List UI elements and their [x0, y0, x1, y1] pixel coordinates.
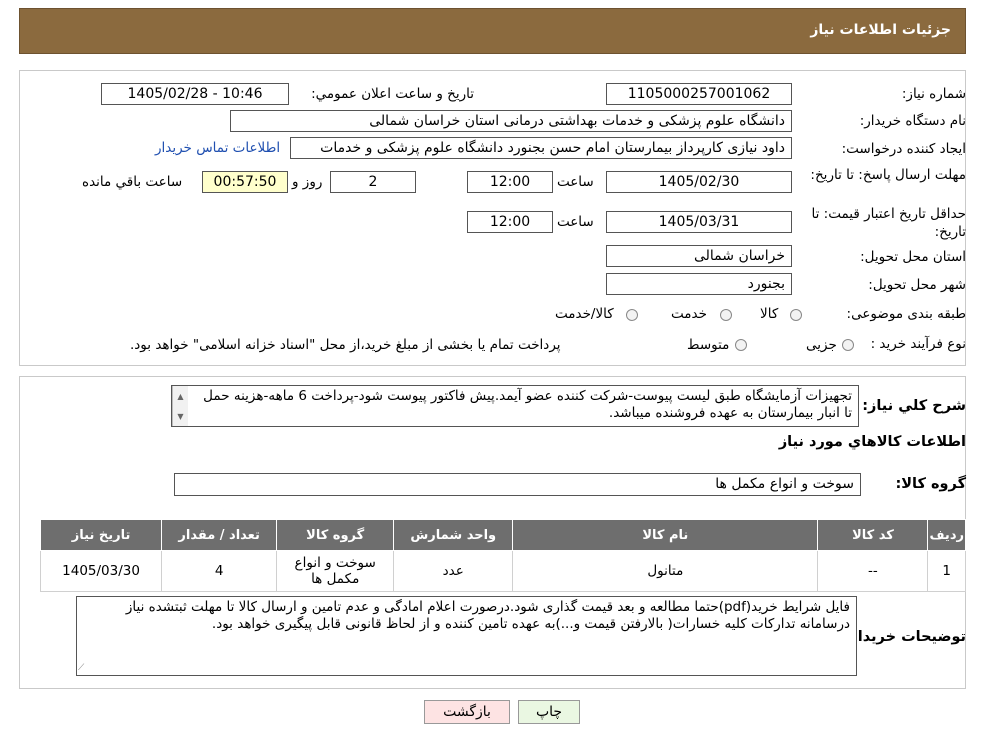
page-header: جزئیات اطلاعات نیاز: [19, 8, 966, 54]
scroll-up-icon[interactable]: ▲: [177, 392, 183, 401]
resize-handle-icon[interactable]: ⟋: [78, 663, 88, 673]
col-qty: تعداد / مقدار: [161, 519, 278, 551]
summary-scrollbar[interactable]: ▲ ▼: [172, 386, 188, 426]
creator-label: ایجاد کننده درخواست:: [841, 141, 966, 157]
page-title: جزئیات اطلاعات نیاز: [810, 22, 951, 38]
cell-group: سوخت و انواع مکمل ها: [276, 550, 395, 592]
col-unit: واحد شمارش: [393, 519, 514, 551]
process-medium-label: متوسط: [687, 337, 730, 353]
goods-table: ردیف کد کالا نام کالا واحد شمارش گروه کا…: [39, 519, 966, 592]
category-service-radio[interactable]: [720, 309, 732, 321]
col-code: کد کالا: [817, 519, 929, 551]
goods-group-field: سوخت و انواع مکمل ها: [174, 473, 861, 496]
city-field: بجنورد: [606, 273, 792, 295]
back-button[interactable]: بازگشت: [424, 700, 510, 724]
remaining-label: ساعت باقي مانده: [82, 174, 183, 190]
buyer-notes-textarea[interactable]: فایل شرایط خرید(pdf)حتما مطالعه و بعد قی…: [76, 596, 857, 676]
goods-group-label: گروه کالا:: [895, 476, 966, 492]
buyer-org-field: دانشگاه علوم پزشکی و خدمات بهداشتی درمان…: [230, 110, 792, 132]
col-name: نام کالا: [512, 519, 819, 551]
need-number-field: 1105000257001062: [606, 83, 792, 105]
table-row: 1 -- متانول عدد سوخت و انواع مکمل ها 4 1…: [39, 550, 966, 592]
creator-field: داود نیازی کارپرداز بیمارستان امام حسن ب…: [290, 137, 792, 159]
cell-name: متانول: [512, 550, 819, 592]
province-field: خراسان شمالی: [606, 245, 792, 267]
col-date: تاریخ نیاز: [39, 519, 163, 551]
category-goods-radio[interactable]: [790, 309, 802, 321]
deadline-time-label: ساعت: [557, 174, 594, 190]
cell-row: 1: [927, 550, 966, 592]
scroll-down-icon[interactable]: ▼: [177, 412, 183, 421]
buyer-notes-label: توضیحات خریدار:: [843, 629, 966, 645]
need-number-label: شماره نیاز:: [901, 86, 966, 102]
cell-code: --: [817, 550, 929, 592]
cell-unit: عدد: [393, 550, 514, 592]
goods-table-header: ردیف کد کالا نام کالا واحد شمارش گروه کا…: [39, 519, 966, 551]
category-service-label: خدمت: [671, 306, 707, 322]
process-note: پرداخت تمام یا بخشی از مبلغ خرید،از محل …: [130, 337, 561, 353]
cell-date: 1405/03/30: [39, 550, 163, 592]
days-field: 2: [330, 171, 416, 193]
deadline-date-field: 1405/02/30: [606, 171, 792, 193]
cell-qty: 4: [161, 550, 278, 592]
goods-section-title: اطلاعات کالاهاي مورد نیاز: [778, 434, 966, 450]
validity-label: حداقل تاریخ اعتبار قیمت: تا تاریخ:: [811, 206, 966, 240]
announce-field: 1405/02/28 - 10:46: [101, 83, 289, 105]
process-minor-label: جزیی: [806, 337, 837, 353]
city-label: شهر محل تحویل:: [868, 277, 966, 293]
validity-date-field: 1405/03/31: [606, 211, 792, 233]
summary-label: شرح کلي نیاز:: [862, 398, 966, 414]
province-label: استان محل تحویل:: [860, 249, 966, 265]
announce-label: تاریخ و ساعت اعلان عمومي:: [311, 86, 474, 102]
category-label: طبقه بندی موضوعی:: [846, 306, 966, 322]
category-both-label: کالا/خدمت: [555, 306, 614, 322]
process-minor-radio[interactable]: [842, 339, 854, 351]
buyer-notes-text: فایل شرایط خرید(pdf)حتما مطالعه و بعد قی…: [125, 599, 850, 632]
deadline-label: مهلت ارسال پاسخ: تا تاریخ:: [810, 167, 966, 183]
summary-textarea[interactable]: تجهیزات آزمایشگاه طبق لیست پیوست-شرکت کن…: [171, 385, 859, 427]
process-medium-radio[interactable]: [735, 339, 747, 351]
summary-text: تجهیزات آزمایشگاه طبق لیست پیوست-شرکت کن…: [203, 388, 852, 421]
buyer-org-label: نام دستگاه خریدار:: [859, 113, 966, 129]
validity-time-label: ساعت: [557, 214, 594, 230]
validity-time-field: 12:00: [467, 211, 553, 233]
buyer-contact-link[interactable]: اطلاعات تماس خریدار: [155, 140, 280, 156]
deadline-time-field: 12:00: [467, 171, 553, 193]
col-row: ردیف: [927, 519, 966, 551]
remaining-time-field: 00:57:50: [202, 171, 288, 193]
col-group: گروه کالا: [276, 519, 395, 551]
days-label: روز و: [292, 174, 323, 190]
print-button[interactable]: چاپ: [518, 700, 580, 724]
process-label: نوع فرآیند خرید :: [870, 336, 966, 352]
category-goods-label: کالا: [760, 306, 779, 322]
category-both-radio[interactable]: [626, 309, 638, 321]
